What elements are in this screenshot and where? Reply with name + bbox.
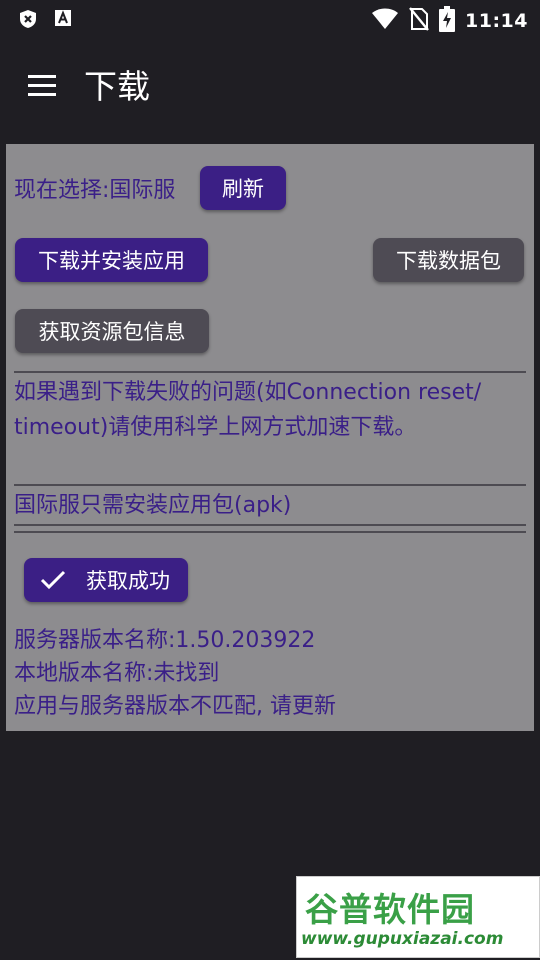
clock: 11:14 (465, 10, 528, 32)
intl-note: 国际服只需安装应用包(apk) (14, 493, 292, 518)
hamburger-menu-icon[interactable] (20, 64, 64, 108)
divider (14, 484, 526, 486)
current-selection-label: 现在选择:国际服 (14, 178, 176, 203)
no-sim-icon (409, 7, 429, 35)
refresh-button[interactable]: 刷新 (200, 166, 286, 210)
get-resource-info-button[interactable]: 获取资源包信息 (15, 309, 209, 353)
page-title: 下载 (84, 67, 150, 106)
watermark: 谷普软件园 www.gupuxiazai.com (296, 876, 540, 958)
watermark-brand: 谷普软件园 (305, 890, 475, 929)
notice-text: 如果遇到下载失败的问题(如Connection reset/timeout)请使… (14, 380, 482, 440)
status-bar: 11:14 (0, 0, 540, 38)
divider (14, 371, 526, 373)
divider (14, 531, 526, 533)
content-panel: 现在选择:国际服 刷新 下载并安装应用 下载数据包 获取资源包信息 如果遇到下载… (6, 144, 534, 731)
download-install-button[interactable]: 下载并安装应用 (15, 238, 208, 282)
watermark-url: www.gupuxiazai.com (301, 929, 504, 949)
server-version-text: 服务器版本名称:1.50.203922 (14, 628, 316, 653)
fetch-success-button[interactable]: 获取成功 (24, 558, 188, 602)
divider (14, 524, 526, 526)
local-version-text: 本地版本名称:未找到 (14, 661, 220, 686)
a-font-icon (54, 9, 72, 33)
download-data-button[interactable]: 下载数据包 (373, 238, 524, 282)
app-bar: 下载 (0, 38, 540, 134)
battery-charging-icon (439, 6, 456, 36)
version-mismatch-text: 应用与服务器版本不匹配, 请更新 (14, 694, 336, 719)
fetch-success-label: 获取成功 (86, 569, 170, 593)
check-icon (40, 570, 66, 590)
wifi-icon (371, 8, 399, 34)
shield-x-icon (18, 9, 38, 33)
